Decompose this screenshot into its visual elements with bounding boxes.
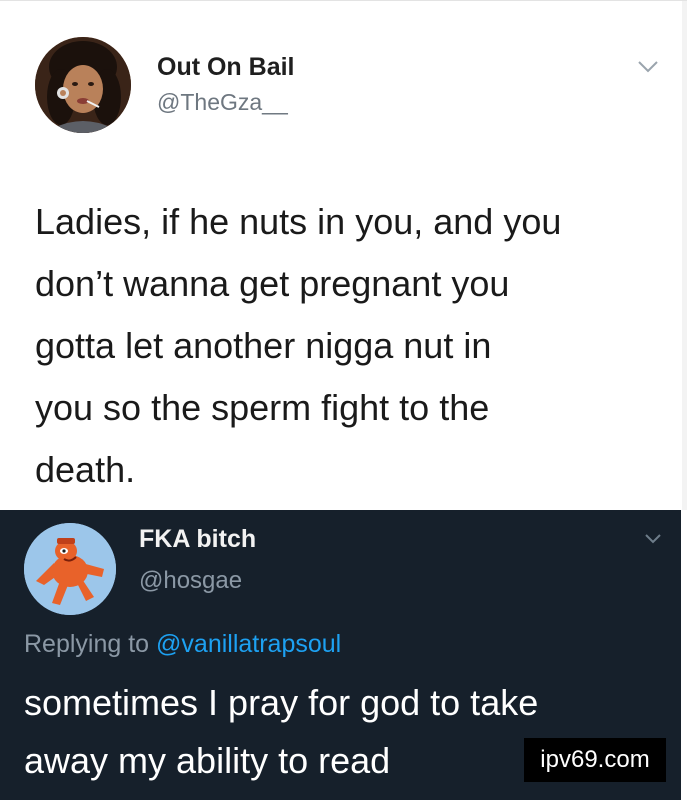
tweet-card-top: Out On Bail @TheGza__ Ladies, if he nuts… xyxy=(0,0,687,511)
watermark: ipv69.com xyxy=(524,738,666,782)
scroll-edge xyxy=(681,510,687,800)
chevron-down-icon[interactable] xyxy=(636,59,660,75)
cartoon-character-icon xyxy=(24,523,116,615)
user-handle[interactable]: @hosgae xyxy=(139,567,242,595)
user-handle[interactable]: @TheGza__ xyxy=(157,89,288,116)
avatar[interactable] xyxy=(24,523,116,615)
mention-link[interactable]: @vanillatrapsoul xyxy=(156,630,341,658)
chevron-down-icon[interactable] xyxy=(643,532,663,546)
replying-to-label: Replying to xyxy=(24,630,150,658)
display-name[interactable]: FKA bitch xyxy=(139,525,256,554)
tweet-text: Ladies, if he nuts in you, and you don’t… xyxy=(35,201,562,490)
display-name[interactable]: Out On Bail xyxy=(157,53,295,82)
profile-photo-icon xyxy=(35,37,131,133)
replying-to: Replying to @vanillatrapsoul xyxy=(24,630,341,659)
meme-screenshot: Out On Bail @TheGza__ Ladies, if he nuts… xyxy=(0,0,687,800)
scroll-edge xyxy=(682,1,687,511)
avatar[interactable] xyxy=(35,37,131,133)
